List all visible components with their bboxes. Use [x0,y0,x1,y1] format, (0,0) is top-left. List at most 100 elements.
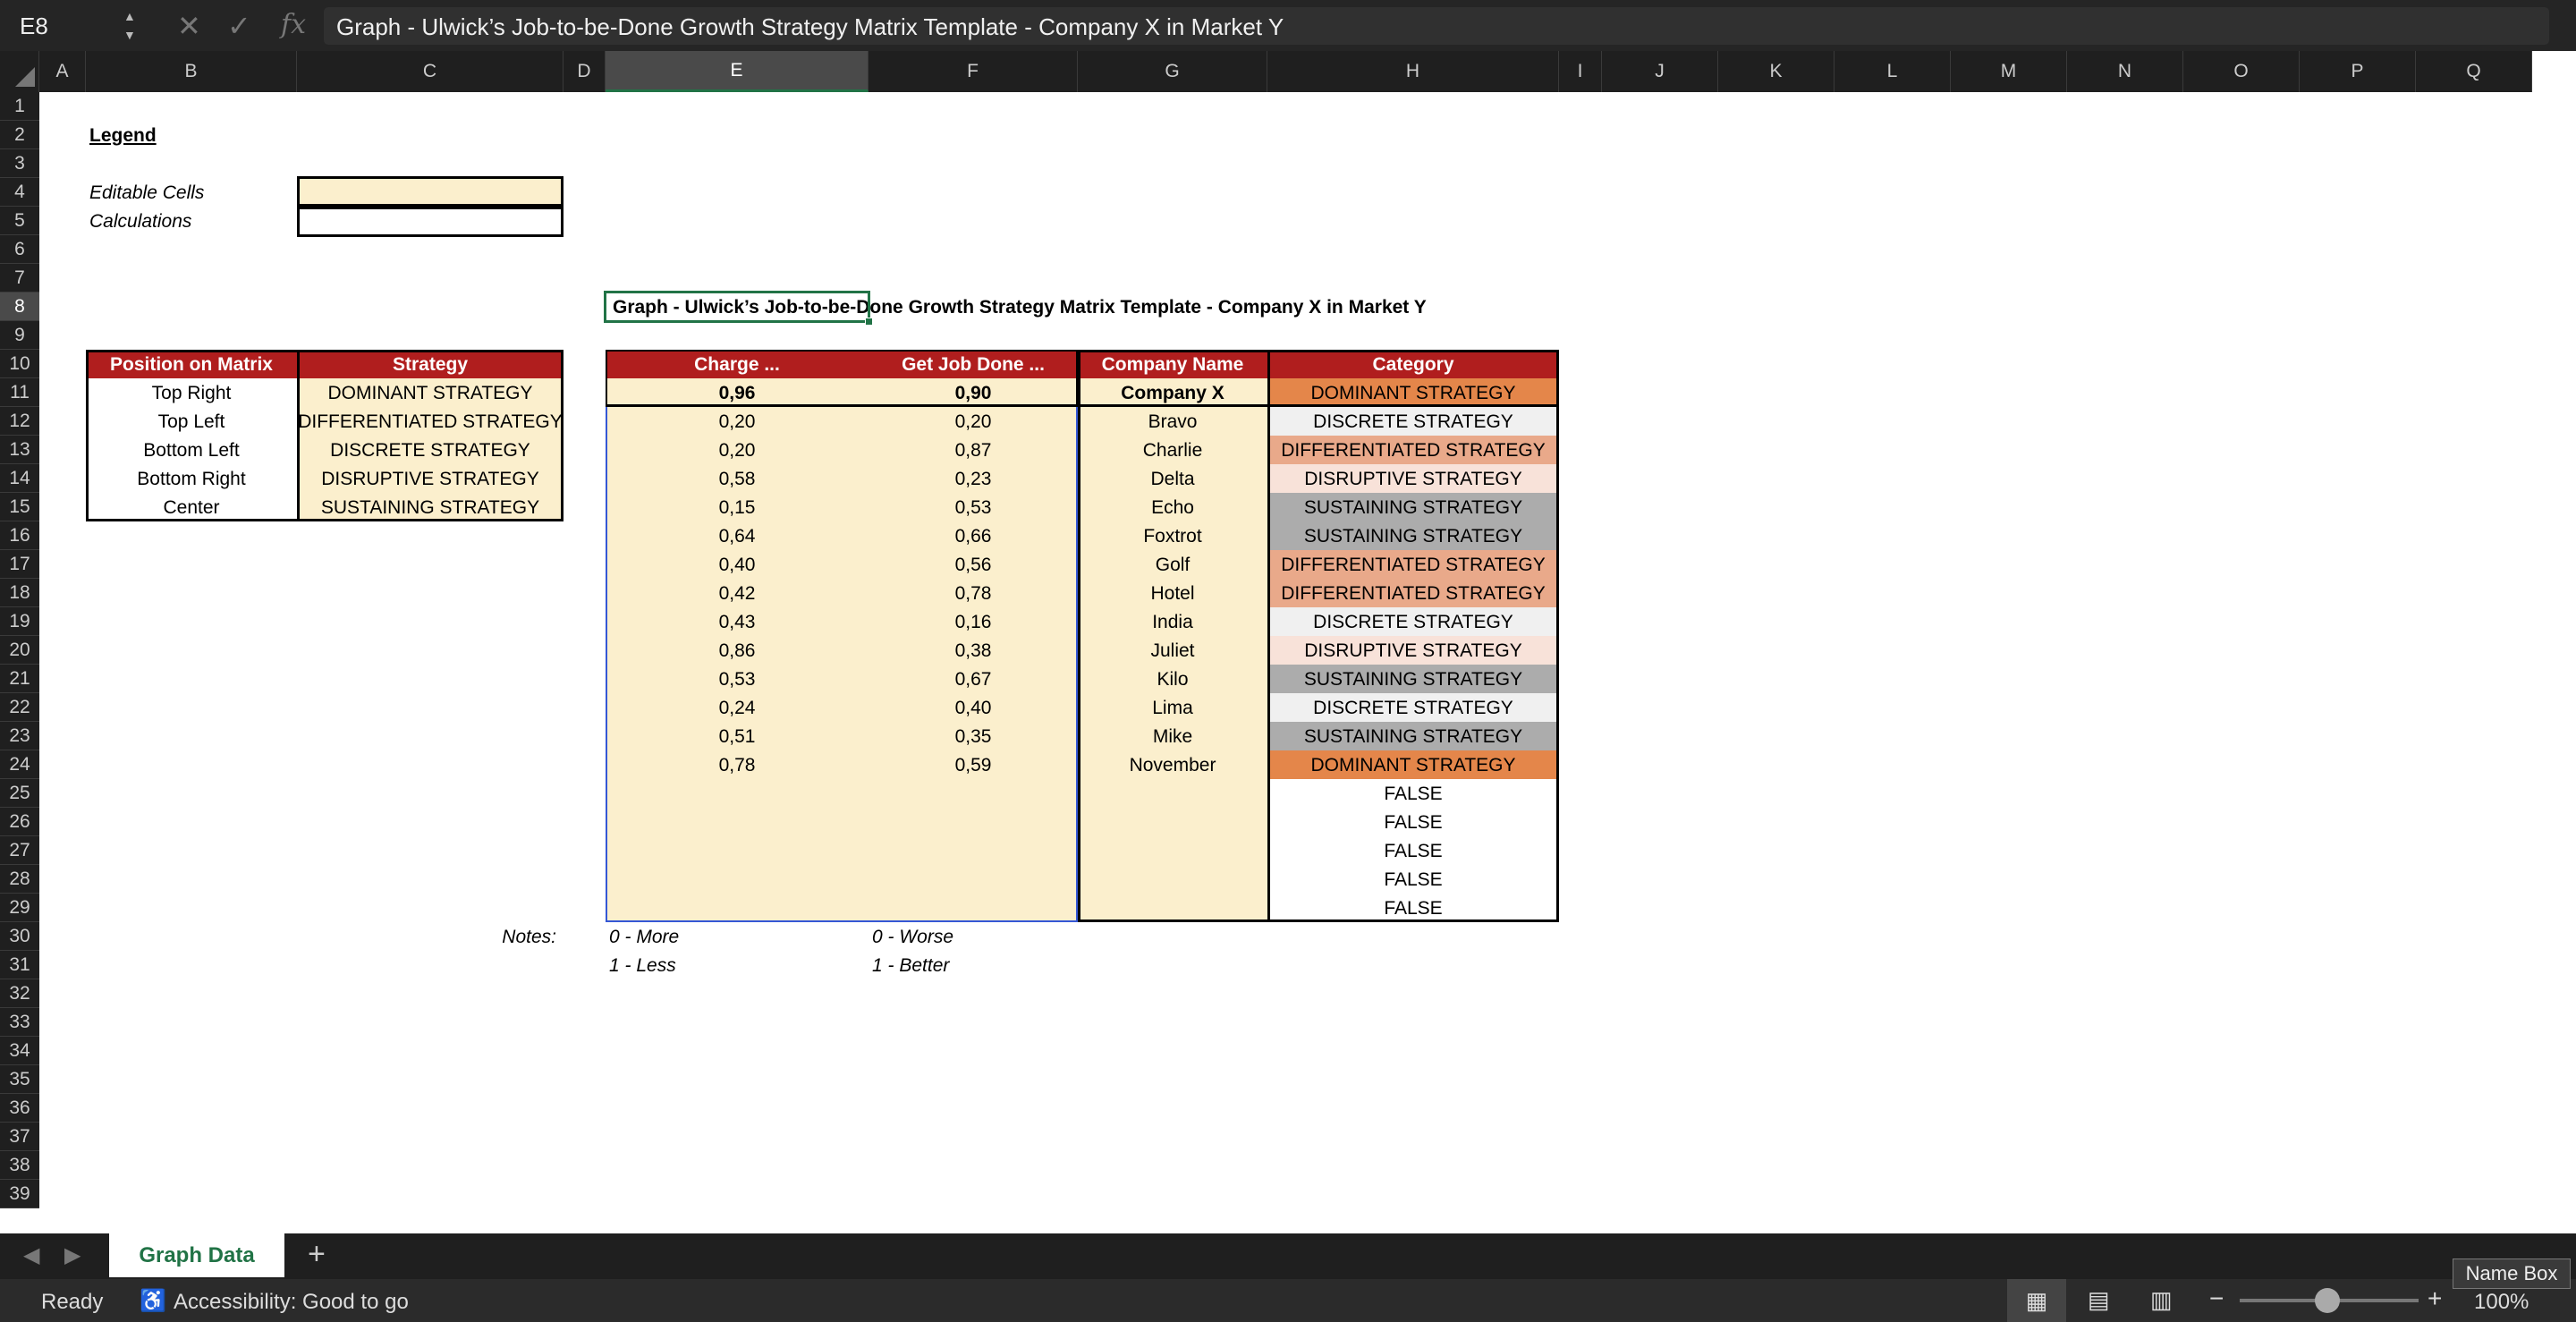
company-name[interactable] [1078,865,1267,894]
zoom-slider-thumb[interactable] [2315,1288,2340,1313]
job-done-value[interactable] [869,894,1078,922]
job-done-value[interactable]: 0,66 [869,521,1078,550]
row-header-12[interactable]: 12 [0,407,39,436]
charge-value[interactable] [606,894,869,922]
job-done-value[interactable]: 0,90 [869,378,1078,407]
matrix-strategy[interactable]: SUSTAINING STRATEGY [297,493,564,521]
row-header-18[interactable]: 18 [0,579,39,607]
job-done-value[interactable]: 0,16 [869,607,1078,636]
matrix-strategy[interactable]: DISRUPTIVE STRATEGY [297,464,564,493]
row-header-36[interactable]: 36 [0,1094,39,1123]
job-done-value[interactable]: 0,38 [869,636,1078,665]
matrix-strategy[interactable]: DOMINANT STRATEGY [297,378,564,407]
cancel-icon[interactable]: ✕ [177,9,201,43]
charge-value[interactable] [606,865,869,894]
scroll-right-icon[interactable]: ▶ [64,1242,80,1268]
row-header-19[interactable]: 19 [0,607,39,636]
column-header-f[interactable]: F [869,51,1078,92]
company-name[interactable]: India [1078,607,1267,636]
charge-value[interactable]: 0,20 [606,407,869,436]
row-header-10[interactable]: 10 [0,350,39,378]
charge-value[interactable]: 0,51 [606,722,869,750]
row-header-24[interactable]: 24 [0,750,39,779]
charge-value[interactable]: 0,20 [606,436,869,464]
row-header-38[interactable]: 38 [0,1151,39,1180]
charge-value[interactable]: 0,64 [606,521,869,550]
job-done-value[interactable] [869,865,1078,894]
row-header-26[interactable]: 26 [0,808,39,836]
company-name[interactable] [1078,808,1267,836]
charge-value[interactable]: 0,43 [606,607,869,636]
row-header-32[interactable]: 32 [0,979,39,1008]
row-header-37[interactable]: 37 [0,1123,39,1151]
matrix-strategy[interactable]: DIFFERENTIATED STRATEGY [297,407,564,436]
row-header-35[interactable]: 35 [0,1065,39,1094]
row-header-4[interactable]: 4 [0,178,39,207]
page-layout-icon[interactable]: ▤ [2088,1286,2110,1314]
column-header-i[interactable]: I [1559,51,1602,92]
formula-input[interactable]: Graph - Ulwick’s Job-to-be-Done Growth S… [324,7,2549,45]
company-name[interactable]: Golf [1078,550,1267,579]
company-name[interactable] [1078,894,1267,922]
company-name[interactable]: Company X [1078,378,1267,407]
row-header-29[interactable]: 29 [0,894,39,922]
company-name[interactable]: Hotel [1078,579,1267,607]
company-name[interactable]: Delta [1078,464,1267,493]
column-header-h[interactable]: H [1267,51,1559,92]
zoom-in-icon[interactable]: + [2428,1284,2442,1313]
row-header-14[interactable]: 14 [0,464,39,493]
enter-icon[interactable]: ✓ [227,9,251,43]
column-header-o[interactable]: O [2183,51,2300,92]
row-header-33[interactable]: 33 [0,1008,39,1037]
company-name[interactable]: Foxtrot [1078,521,1267,550]
company-name[interactable]: Echo [1078,493,1267,521]
company-name[interactable]: Bravo [1078,407,1267,436]
company-name[interactable]: Charlie [1078,436,1267,464]
job-done-value[interactable] [869,779,1078,808]
charge-value[interactable] [606,779,869,808]
add-sheet-icon[interactable]: + [308,1237,326,1272]
company-name[interactable] [1078,779,1267,808]
function-icon[interactable]: fx [281,9,306,40]
row-header-15[interactable]: 15 [0,493,39,521]
charge-value[interactable]: 0,53 [606,665,869,693]
charge-value[interactable] [606,836,869,865]
row-header-27[interactable]: 27 [0,836,39,865]
column-header-d[interactable]: D [564,51,606,92]
row-header-23[interactable]: 23 [0,722,39,750]
row-header-22[interactable]: 22 [0,693,39,722]
job-done-value[interactable]: 0,56 [869,550,1078,579]
company-name[interactable]: Lima [1078,693,1267,722]
page-break-icon[interactable]: ▥ [2150,1286,2173,1314]
row-header-30[interactable]: 30 [0,922,39,951]
job-done-value[interactable]: 0,59 [869,750,1078,779]
row-header-17[interactable]: 17 [0,550,39,579]
row-header-7[interactable]: 7 [0,264,39,292]
row-header-9[interactable]: 9 [0,321,39,350]
charge-value[interactable]: 0,24 [606,693,869,722]
accessibility-status[interactable]: Accessibility: Good to go [174,1290,409,1315]
select-all-corner[interactable] [0,51,39,92]
charge-value[interactable]: 0,40 [606,550,869,579]
row-header-6[interactable]: 6 [0,235,39,264]
worksheet-grid[interactable]: ABCDEFGHIJKLMNOPQ 1 2 3 4 5 6 7 8 9 10 11 12 13 14 15 1… [0,51,2576,1233]
row-header-1[interactable]: 1 [0,92,39,121]
charge-value[interactable]: 0,42 [606,579,869,607]
scroll-left-icon[interactable]: ◀ [23,1242,39,1268]
row-header-5[interactable]: 5 [0,207,39,235]
job-done-value[interactable]: 0,78 [869,579,1078,607]
zoom-out-icon[interactable]: − [2209,1284,2224,1313]
job-done-value[interactable] [869,836,1078,865]
column-header-p[interactable]: P [2300,51,2416,92]
row-header-3[interactable]: 3 [0,149,39,178]
job-done-value[interactable]: 0,67 [869,665,1078,693]
row-header-39[interactable]: 39 [0,1180,39,1208]
job-done-value[interactable]: 0,40 [869,693,1078,722]
job-done-value[interactable]: 0,87 [869,436,1078,464]
matrix-strategy[interactable]: DISCRETE STRATEGY [297,436,564,464]
company-name[interactable]: November [1078,750,1267,779]
row-header-8[interactable]: 8 [0,292,39,321]
column-header-g[interactable]: G [1078,51,1267,92]
job-done-value[interactable]: 0,20 [869,407,1078,436]
row-header-11[interactable]: 11 [0,378,39,407]
